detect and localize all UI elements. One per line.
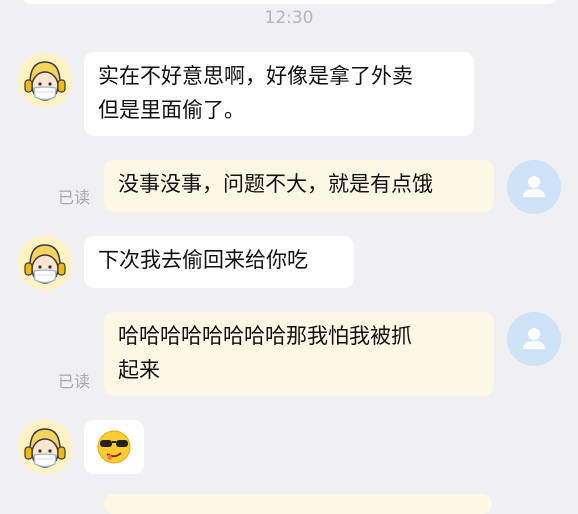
message-text-line: 下次我去偷回来给你吃 (98, 248, 308, 272)
message-text-line: 哈哈哈哈哈哈哈哈那我怕我被抓 (118, 324, 412, 348)
masked-character-icon (18, 236, 72, 290)
user-silhouette-icon (507, 160, 561, 214)
masked-character-icon (18, 53, 72, 107)
message-bubble-incoming[interactable]: 实在不好意思啊，好像是拿了外卖 但是里面偷了。 (84, 52, 474, 136)
message-text-line: 没事没事，问题不大，就是有点饿 (118, 172, 433, 196)
user-silhouette-icon (507, 312, 561, 366)
message-bubble-outgoing[interactable]: 没事没事，问题不大，就是有点饿 (104, 160, 494, 212)
message-text-line: 实在不好意思啊，好像是拿了外卖 (98, 64, 413, 88)
read-receipt: 已读 (58, 188, 91, 207)
message-bubble-incoming[interactable]: 下次我去偷回来给你吃 (84, 236, 354, 288)
contact-avatar[interactable] (18, 53, 72, 107)
message-bubble-outgoing[interactable]: 哈哈哈哈哈哈哈哈那我怕我被抓 起来 (104, 312, 494, 396)
user-avatar[interactable] (507, 160, 561, 214)
cool-sunglasses-emoji-icon (97, 430, 131, 464)
read-receipt: 已读 (58, 372, 91, 391)
contact-avatar[interactable] (18, 236, 72, 290)
contact-avatar[interactable] (18, 420, 72, 474)
message-timestamp: 12:30 (264, 8, 314, 28)
sticker-message-bubble[interactable] (84, 420, 144, 474)
user-avatar[interactable] (507, 312, 561, 366)
previous-message-bubble (22, 0, 556, 4)
message-text-line: 起来 (118, 358, 160, 382)
next-message-bubble (104, 494, 492, 514)
message-text-line: 但是里面偷了。 (98, 98, 245, 122)
masked-character-icon (18, 420, 72, 474)
